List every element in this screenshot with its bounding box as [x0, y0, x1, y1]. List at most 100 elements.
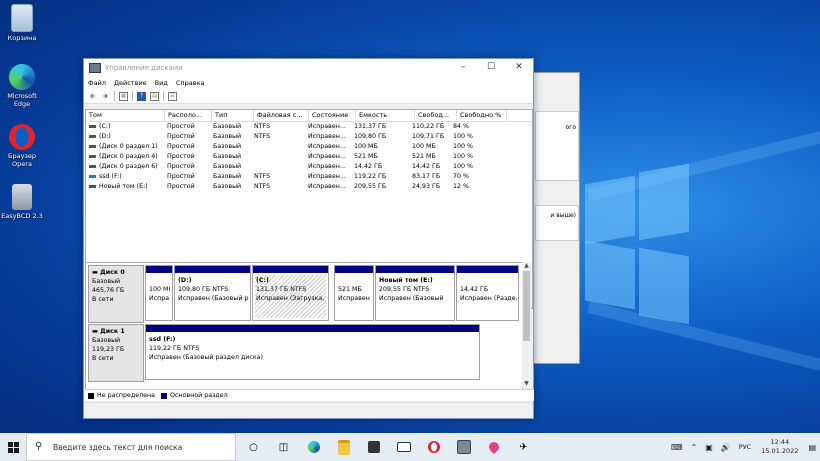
column-header-layout[interactable]: Располо...	[165, 110, 212, 121]
background-window[interactable]: ого и выше)	[530, 72, 580, 364]
maps-pin-icon[interactable]	[481, 433, 506, 461]
volume-cell-capacity: 119,22 ГБ	[351, 172, 409, 182]
volume-row[interactable]: (Диск 0 раздел 4) Простой Базовый Исправен.…	[86, 152, 532, 162]
taskbar-search-box[interactable]: ⚲ Введите здесь текст для поиска	[26, 433, 236, 461]
volume-row[interactable]: (D:) Простой Базовый NTFS Исправен... 109,80 …	[86, 132, 532, 142]
column-header-free[interactable]: Свобод...	[415, 110, 457, 121]
partition-text: Новый том (E:) 209,55 ГБ NTFS Исправен (Ба…	[376, 273, 454, 303]
partition-text: 14,42 ГБ Исправен (Разде.	[457, 273, 518, 303]
disk-management-app-icon	[89, 62, 101, 73]
volume-icon[interactable]: 🔊	[721, 443, 731, 452]
primary-partition-bar	[146, 266, 172, 273]
volume-cell-text: Простой	[167, 143, 195, 150]
menu-help[interactable]: Справка	[176, 79, 205, 87]
volume-cell-type: Базовый	[210, 152, 251, 162]
forward-arrow-icon[interactable]: 🡺	[101, 92, 110, 101]
column-header-volume[interactable]: Том	[86, 110, 165, 121]
clock[interactable]: 12:44 15.01.2022	[761, 438, 798, 456]
disk-label[interactable]: ▬ Диск 0 Базовый 465,76 ГБ В сети	[88, 265, 144, 323]
column-header-free-percent[interactable]: Свободно %	[457, 110, 507, 121]
partition-block[interactable]: ssd (F:) 119,22 ГБ NTFS Исправен (Базовый …	[145, 324, 480, 380]
volume-row[interactable]: ssd (F:) Простой Базовый NTFS Исправен... 119…	[86, 172, 532, 182]
language-indicator[interactable]: РУС	[739, 443, 751, 451]
disk-label[interactable]: ▬ Диск 1 Базовый 119,23 ГБ В сети	[88, 324, 144, 382]
task-view-icon[interactable]: ◫	[271, 433, 296, 461]
easybcd-icon	[12, 184, 32, 210]
partition-line2: Исправен (Базовый раздел диска)	[149, 354, 263, 361]
partition-line1: 521 МБ	[338, 286, 362, 293]
volume-cell-free: 521 МБ	[409, 152, 450, 162]
volume-cell-fs: NTFS	[251, 172, 305, 182]
desktop-icon-opera[interactable]: Браузер Opera	[0, 124, 44, 168]
volume-cell-free: 110,22 ГБ	[409, 122, 450, 132]
disk-row-1[interactable]: ▬ Диск 1 Базовый 119,23 ГБ В сети ssd (F…	[88, 324, 520, 382]
mail-icon[interactable]	[391, 433, 416, 461]
volume-cell-text: Базовый	[213, 173, 242, 180]
column-header-filesystem[interactable]: Файловая с...	[254, 110, 309, 121]
start-button[interactable]	[0, 433, 26, 461]
partition-block[interactable]: 521 МБ Исправен	[334, 265, 374, 321]
desktop-icon-easybcd[interactable]: EasyBCD 2.3	[0, 184, 44, 220]
partition-block[interactable]: (D:) 109,80 ГБ NTFS Исправен (Базовый р	[174, 265, 251, 321]
column-header-type[interactable]: Тип	[212, 110, 254, 121]
menu-file[interactable]: Файл	[88, 79, 106, 87]
disk-management-window[interactable]: Управление дисками – ☐ ✕ Файл Действие В…	[83, 58, 534, 419]
volume-row[interactable]: Новый том (E:) Простой Базовый NTFS Исправен…	[86, 182, 532, 192]
disk-management-taskbar-icon[interactable]	[451, 433, 476, 461]
maximize-button[interactable]: ☐	[477, 59, 505, 76]
partition-block[interactable]: 100 МІ Испра	[145, 265, 173, 321]
partition-block[interactable]: 14,42 ГБ Исправен (Разде.	[456, 265, 519, 321]
close-button[interactable]: ✕	[505, 59, 533, 76]
minimize-button[interactable]: –	[449, 59, 477, 76]
volume-cell-status: Исправен...	[305, 172, 351, 182]
volume-cell-text: NTFS	[254, 123, 271, 130]
primary-partition-bar	[376, 266, 454, 273]
store-icon[interactable]	[361, 433, 386, 461]
console-tree-icon[interactable]: ▦	[119, 91, 128, 101]
volume-cell-text: Новый том (E:)	[99, 183, 148, 190]
volume-cell-text: 83,17 ГБ	[412, 173, 441, 180]
file-explorer-icon[interactable]	[331, 433, 356, 461]
cortana-icon[interactable]: ○	[241, 433, 266, 461]
volume-cell-status: Исправен...	[305, 142, 351, 152]
network-icon[interactable]: ▣	[705, 443, 713, 452]
disk-graphical-view[interactable]: ▬ Диск 0 Базовый 465,76 ГБ В сети 100 МІ…	[85, 262, 523, 390]
taskbar-opera-icon[interactable]	[421, 433, 446, 461]
volume-cell-fs	[251, 142, 305, 152]
airplane-icon[interactable]: ✈	[511, 433, 536, 461]
partition-line1: 109,80 ГБ NTFS	[178, 286, 229, 293]
volume-row[interactable]: (C:) Простой Базовый NTFS Исправен... 131,37 …	[86, 122, 532, 132]
column-header-status[interactable]: Состояние	[309, 110, 356, 121]
volume-cell-text: 521 МБ	[354, 153, 378, 160]
properties-icon[interactable]: ▤	[150, 91, 159, 101]
usb-drive-icon	[89, 174, 96, 178]
partition-block[interactable]: (C:) 131,37 ГБ NTFS Исправен (Загрузка,	[252, 265, 329, 321]
scroll-up-icon[interactable]: ▲	[522, 262, 531, 270]
chevron-up-icon[interactable]: ⌃	[691, 443, 698, 452]
column-header-capacity[interactable]: Емкость	[356, 110, 415, 121]
scrollbar-thumb[interactable]	[523, 271, 530, 341]
partition-text: 100 МІ Испра	[146, 273, 172, 303]
menu-view[interactable]: Вид	[155, 79, 168, 87]
taskbar-edge-icon[interactable]	[301, 433, 326, 461]
keyboard-icon[interactable]: ⌨	[671, 443, 683, 452]
notifications-icon[interactable]: ▤	[808, 443, 816, 452]
disk-size: 465,76 ГБ	[92, 287, 125, 294]
volume-cell-layout: Простой	[164, 142, 210, 152]
windows-logo-icon	[8, 442, 13, 447]
desktop-icon-recycle-bin[interactable]: Корзина	[0, 4, 44, 42]
disk-view-scrollbar[interactable]: ▲ ▼	[522, 262, 531, 388]
disk-row-0[interactable]: ▬ Диск 0 Базовый 465,76 ГБ В сети 100 МІ…	[88, 265, 520, 323]
title-bar[interactable]: Управление дисками – ☐ ✕	[84, 59, 533, 76]
volume-row[interactable]: (Диск 0 раздел 6) Простой Базовый Исправен.…	[86, 162, 532, 172]
menu-action[interactable]: Действие	[114, 79, 147, 87]
desktop-icon-edge[interactable]: Microsoft Edge	[0, 64, 44, 108]
scroll-down-icon[interactable]: ▼	[522, 380, 531, 388]
help-icon[interactable]: ?	[137, 91, 146, 101]
partition-line2: Исправен (Разде.	[460, 295, 518, 302]
partition-line1: 14,42 ГБ	[460, 286, 489, 293]
volume-row[interactable]: (Диск 0 раздел 1) Простой Базовый Исправен.…	[86, 142, 532, 152]
partition-block[interactable]: Новый том (E:) 209,55 ГБ NTFS Исправен (Ба…	[375, 265, 455, 321]
back-arrow-icon[interactable]: 🡸	[88, 92, 97, 101]
list-view-icon[interactable]: ☰	[168, 91, 177, 101]
